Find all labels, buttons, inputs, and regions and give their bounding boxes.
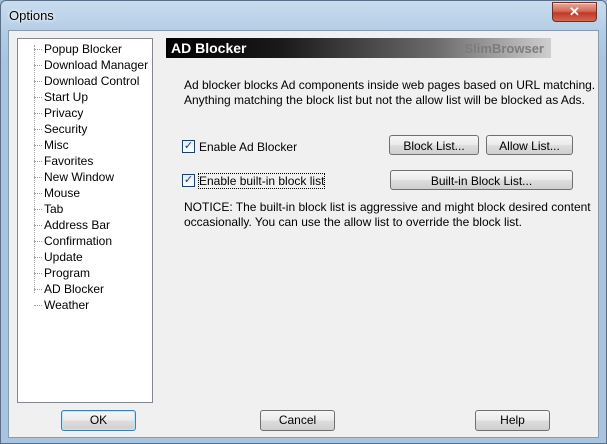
tree-connector [34,129,42,130]
tree-item[interactable]: Privacy [18,105,152,121]
allow-list-button[interactable]: Allow List... [486,135,573,155]
tree-item-label: Download Control [44,74,140,88]
tree-item[interactable]: Program [18,265,152,281]
description-line-2: Anything matching the block list but not… [184,93,585,107]
checkbox-box[interactable]: ✓ [182,140,195,153]
tree-item[interactable]: Confirmation [18,233,152,249]
category-tree[interactable]: Popup Blocker Download Manager Download Co… [17,38,153,403]
checkmark-icon: ✓ [183,174,194,186]
tree-item[interactable]: New Window [18,169,152,185]
tree-connector [34,305,42,306]
tree-item-label: Security [44,122,88,136]
panel-title: AD Blocker [171,40,247,56]
tree-connector [34,225,42,226]
tree-item[interactable]: AD Blocker [18,281,152,297]
tree-item[interactable]: Misc [18,137,152,153]
tree-connector [34,289,42,290]
panel-banner: AD Blocker SlimBrowser [166,38,551,58]
tree-connector [34,209,42,210]
tree-connector [34,161,42,162]
tree-item[interactable]: Mouse [18,185,152,201]
notice-line-2: occasionally. You can use the allow list… [184,215,522,229]
cancel-button[interactable]: Cancel [260,410,335,431]
tree-connector [34,177,42,178]
enable-builtin-block-list-checkbox[interactable]: ✓ Enable built-in block list [182,173,342,189]
tree-item-label: Address Bar [44,218,111,232]
brand-label: SlimBrowser [464,41,544,56]
tree-item-label: Confirmation [44,234,113,248]
tree-item-label: Start Up [44,90,89,104]
tree-connector [34,49,42,50]
enable-ad-blocker-label: Enable Ad Blocker [199,140,298,154]
tree-item-label: Update [44,250,83,264]
tree-item-label: Popup Blocker [44,42,123,56]
enable-builtin-block-list-label: Enable built-in block list [197,173,326,189]
tree-item[interactable]: Popup Blocker [18,41,152,57]
block-list-button[interactable]: Block List... [389,135,479,155]
tree-connector [34,145,42,146]
tree-item-label: Download Manager [44,58,149,72]
tree-item[interactable]: Download Control [18,73,152,89]
checkbox-box[interactable]: ✓ [182,174,195,187]
window-title: Options [9,8,54,23]
tree-item[interactable]: Start Up [18,89,152,105]
ok-button[interactable]: OK [61,410,136,431]
tree-item-label: New Window [44,170,115,184]
notice-line-1: NOTICE: The built-in block list is aggre… [184,200,591,214]
dialog-client-area: Popup Blocker Download Manager Download Co… [8,30,599,438]
tree-item-label: Mouse [44,186,81,200]
tree-connector [34,65,42,66]
tree-item[interactable]: Address Bar [18,217,152,233]
tree-item[interactable]: Weather [18,297,152,313]
tree-connector [34,193,42,194]
tree-connector [34,113,42,114]
builtin-block-list-button[interactable]: Built-in Block List... [390,170,573,190]
tree-connector [34,97,42,98]
tree-item-label: Weather [44,298,90,312]
tree-item[interactable]: Download Manager [18,57,152,73]
tree-item[interactable]: Favorites [18,153,152,169]
tree-connector [34,257,42,258]
tree-item-label: Program [44,266,91,280]
description-line-1: Ad blocker blocks Ad components inside w… [184,78,596,92]
tree-item-label: Favorites [44,154,94,168]
enable-ad-blocker-checkbox[interactable]: ✓ Enable Ad Blocker [182,139,322,155]
close-icon: ✕ [569,4,580,19]
tree-connector [34,81,42,82]
tree-item[interactable]: Security [18,121,152,137]
tree-item-label: Misc [44,138,69,152]
tree-item-label: Privacy [44,106,84,120]
tree-item[interactable]: Tab [18,201,152,217]
title-bar[interactable]: Options ✕ [1,1,606,29]
close-button[interactable]: ✕ [552,2,597,22]
tree-item-label: Tab [44,202,64,216]
tree-item[interactable]: Update [18,249,152,265]
tree-item-label: AD Blocker [44,282,105,296]
options-window: Options ✕ Popup Blocker Download Manager D… [0,0,607,444]
help-button[interactable]: Help [475,410,550,431]
tree-connector [34,273,42,274]
tree-connector [34,241,42,242]
checkmark-icon: ✓ [183,140,194,152]
